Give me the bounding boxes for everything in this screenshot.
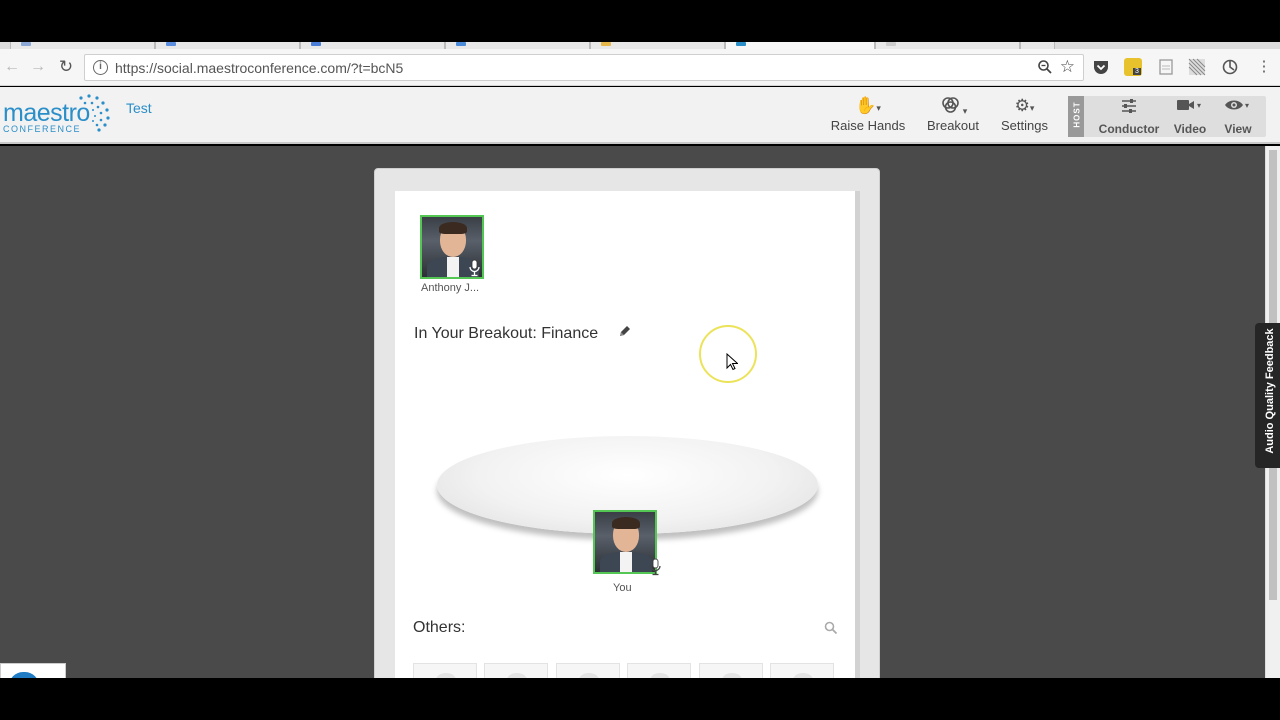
pocket-icon[interactable] [1092, 58, 1110, 76]
breakout-title: In Your Breakout: Finance [414, 325, 599, 342]
browser-tab[interactable] [300, 42, 445, 49]
bookmark-star-icon[interactable]: ☆ [1060, 57, 1075, 77]
host-participant-name: Anthony J... [421, 282, 480, 294]
search-icon[interactable] [824, 621, 838, 638]
extension-badge-icon[interactable]: 3 [1124, 58, 1142, 76]
browser-tab[interactable] [10, 42, 155, 49]
zoom-icon[interactable] [1037, 59, 1053, 79]
video-label: Video [1173, 122, 1207, 136]
breakout-icon: ▾ [922, 96, 984, 116]
browser-tab-strip [0, 42, 1280, 50]
host-participant-avatar[interactable] [420, 215, 484, 279]
breakout-button[interactable]: ▾ Breakout [922, 96, 984, 136]
hand-icon: ✋▾ [855, 96, 881, 115]
info-icon[interactable]: i [93, 60, 108, 75]
mouse-cursor-icon [726, 353, 738, 371]
sliders-icon [1096, 98, 1162, 118]
browser-tab[interactable] [590, 42, 725, 49]
raise-hands-label: Raise Hands [830, 118, 906, 133]
gear-icon: ⚙▾ [1014, 96, 1035, 115]
browser-menu-icon[interactable]: ⋮ [1255, 58, 1273, 76]
you-label: You [613, 582, 632, 594]
reload-icon[interactable]: ↻ [57, 58, 75, 76]
screen: ← → ↻ i https://social.maestroconference… [0, 0, 1280, 720]
letterbox-bar [0, 678, 1280, 720]
forward-arrow-icon[interactable]: → [29, 58, 47, 76]
eye-icon: ▾ [1218, 98, 1258, 118]
video-camera-icon: ▾ [1170, 98, 1210, 118]
svg-text:▾: ▾ [1245, 101, 1249, 110]
you-microphone-icon [649, 558, 663, 576]
browser-toolbar: ← → ↻ i https://social.maestroconference… [0, 49, 1280, 86]
address-url[interactable]: https://social.maestroconference.com/?t=… [115, 60, 403, 76]
host-controls: HOST Conductor ▾ Video ▾ View [1068, 96, 1266, 137]
video-button[interactable]: ▾ Video [1170, 98, 1210, 136]
browser-tab[interactable] [155, 42, 300, 49]
maestro-logo[interactable]: maestro CONFERENCE [3, 92, 115, 136]
others-title: Others: [413, 619, 466, 636]
browser-tab[interactable] [445, 42, 590, 49]
browser-tab[interactable] [875, 42, 1020, 49]
you-avatar[interactable] [593, 510, 657, 574]
sync-extension-icon[interactable] [1221, 58, 1239, 76]
view-label: View [1224, 122, 1252, 136]
back-arrow-icon[interactable]: ← [3, 58, 21, 76]
audio-quality-feedback-tab[interactable]: Audio Quality Feedback [1255, 323, 1280, 468]
host-tag: HOST [1068, 96, 1084, 137]
document-icon[interactable] [1157, 58, 1175, 76]
raise-hands-button[interactable]: ✋▾ Raise Hands [828, 96, 908, 136]
pencil-edit-icon[interactable] [618, 324, 632, 341]
settings-label: Settings [1001, 118, 1048, 133]
view-button[interactable]: ▾ View [1218, 98, 1258, 136]
conductor-button[interactable]: Conductor [1096, 98, 1162, 136]
new-tab-button[interactable] [1020, 42, 1055, 49]
breakout-label: Breakout [926, 118, 980, 133]
microphone-icon [468, 259, 482, 277]
conference-name[interactable]: Test [126, 100, 152, 116]
logo-dots-icon [79, 94, 110, 132]
conductor-label: Conductor [1098, 122, 1160, 136]
settings-button[interactable]: ⚙▾ Settings [997, 96, 1052, 136]
pattern-extension-icon[interactable] [1188, 58, 1206, 76]
address-bar[interactable]: i https://social.maestroconference.com/?… [84, 54, 1084, 81]
svg-text:▾: ▾ [1197, 101, 1201, 110]
app-header: maestro CONFERENCE Test ✋▾ Raise Hands ▾… [0, 87, 1280, 144]
